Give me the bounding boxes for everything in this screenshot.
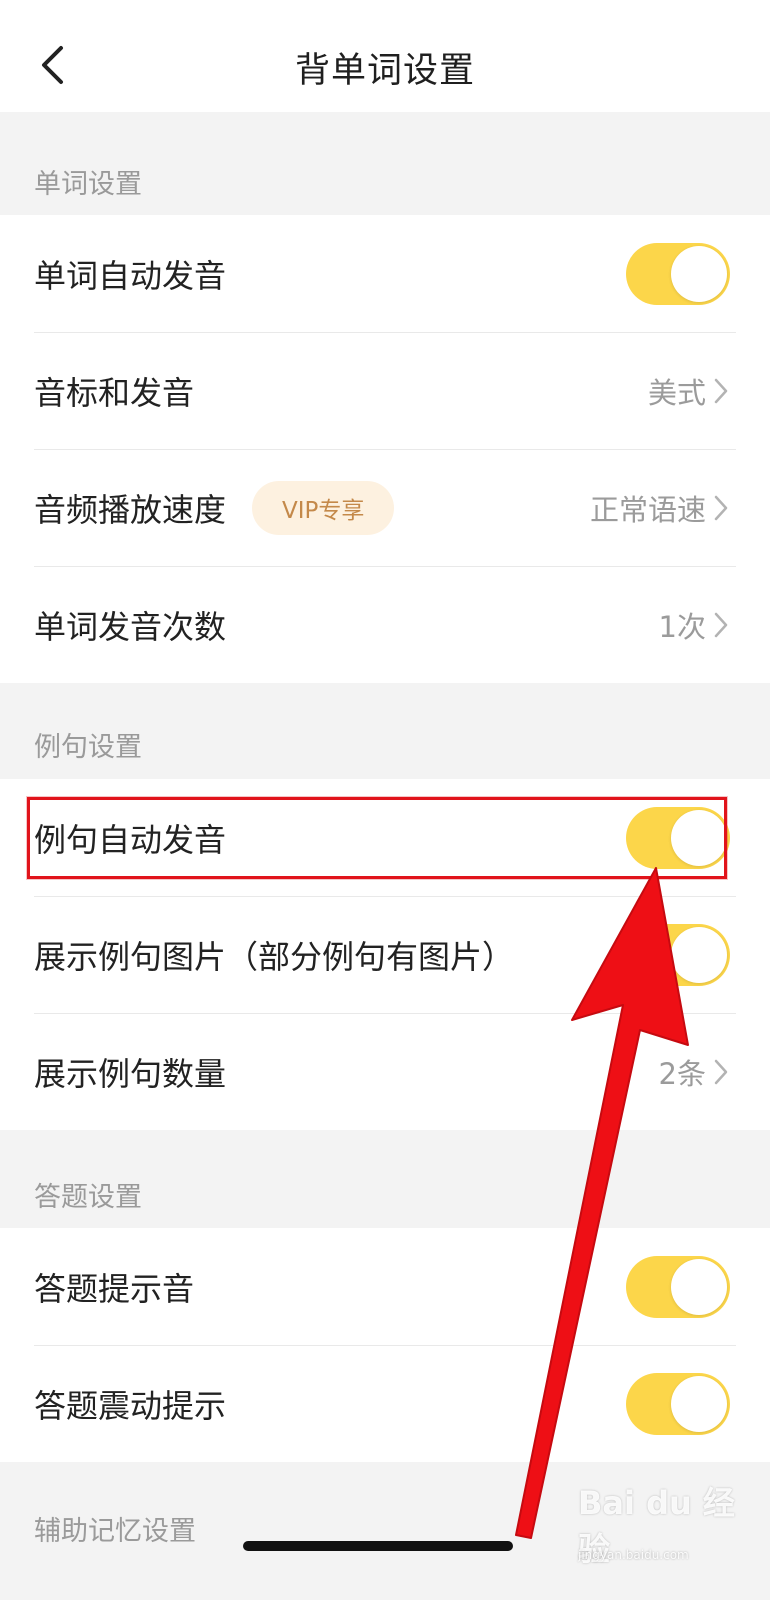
row-example-count[interactable]: 展示例句数量 2条 xyxy=(0,1013,770,1130)
row-label: 音标和发音 xyxy=(34,373,195,412)
row-label: 答题震动提示 xyxy=(34,1386,227,1425)
word-settings-group: 单词自动发音 音标和发音 美式 音频播放速度 VIP专享 正常语速 单词发音次数… xyxy=(0,215,770,683)
chevron-right-icon xyxy=(714,611,730,639)
toggle-knob xyxy=(671,926,727,983)
word-auto-pronounce-toggle[interactable] xyxy=(626,242,730,305)
section-header-example: 例句设置 xyxy=(34,732,142,763)
chevron-right-icon xyxy=(714,1058,730,1086)
home-indicator xyxy=(243,1541,513,1551)
row-audio-speed[interactable]: 音频播放速度 VIP专享 正常语速 xyxy=(0,449,770,566)
row-value: 美式 xyxy=(647,375,706,410)
section-header-word: 单词设置 xyxy=(34,169,142,200)
row-label: 展示例句图片（部分例句有图片） xyxy=(34,937,515,976)
answer-sound-toggle[interactable] xyxy=(626,1255,730,1318)
baidu-watermark-url: jingyan.baidu.com xyxy=(578,1548,689,1562)
toggle-knob xyxy=(671,245,727,302)
row-value: 正常语速 xyxy=(589,492,706,527)
row-value: 2条 xyxy=(658,1056,706,1091)
row-example-auto-pronounce: 例句自动发音 xyxy=(0,779,770,896)
page-title: 背单词设置 xyxy=(294,51,475,91)
section-header-memory: 辅助记忆设置 xyxy=(34,1516,196,1547)
row-label: 答题提示音 xyxy=(34,1269,195,1308)
row-show-example-images: 展示例句图片（部分例句有图片） xyxy=(0,896,770,1013)
example-settings-group: 例句自动发音 展示例句图片（部分例句有图片） 展示例句数量 2条 xyxy=(0,779,770,1130)
example-auto-pronounce-toggle[interactable] xyxy=(626,806,730,869)
row-label: 音频播放速度 xyxy=(34,490,227,529)
row-word-auto-pronounce: 单词自动发音 xyxy=(0,215,770,332)
row-answer-sound: 答题提示音 xyxy=(0,1228,770,1345)
section-header-answer: 答题设置 xyxy=(34,1182,142,1213)
row-phonetic[interactable]: 音标和发音 美式 xyxy=(0,332,770,449)
navigation-bar: 背单词设置 xyxy=(0,0,770,112)
answer-settings-group: 答题提示音 答题震动提示 xyxy=(0,1228,770,1462)
row-answer-vibration: 答题震动提示 xyxy=(0,1345,770,1462)
row-pronounce-count[interactable]: 单词发音次数 1次 xyxy=(0,566,770,683)
row-value: 1次 xyxy=(658,609,706,644)
show-example-images-toggle[interactable] xyxy=(626,923,730,986)
chevron-right-icon xyxy=(714,494,730,522)
toggle-knob xyxy=(671,1258,727,1315)
toggle-knob xyxy=(671,809,727,866)
toggle-knob xyxy=(671,1375,727,1432)
vip-badge: VIP专享 xyxy=(252,480,395,535)
baidu-watermark: Bai du 经验 xyxy=(578,1484,735,1568)
row-label: 单词自动发音 xyxy=(34,256,227,295)
row-label: 例句自动发音 xyxy=(34,820,227,859)
answer-vibration-toggle[interactable] xyxy=(626,1372,730,1435)
chevron-right-icon xyxy=(714,377,730,405)
row-label: 单词发音次数 xyxy=(34,607,227,646)
row-label: 展示例句数量 xyxy=(34,1054,227,1093)
